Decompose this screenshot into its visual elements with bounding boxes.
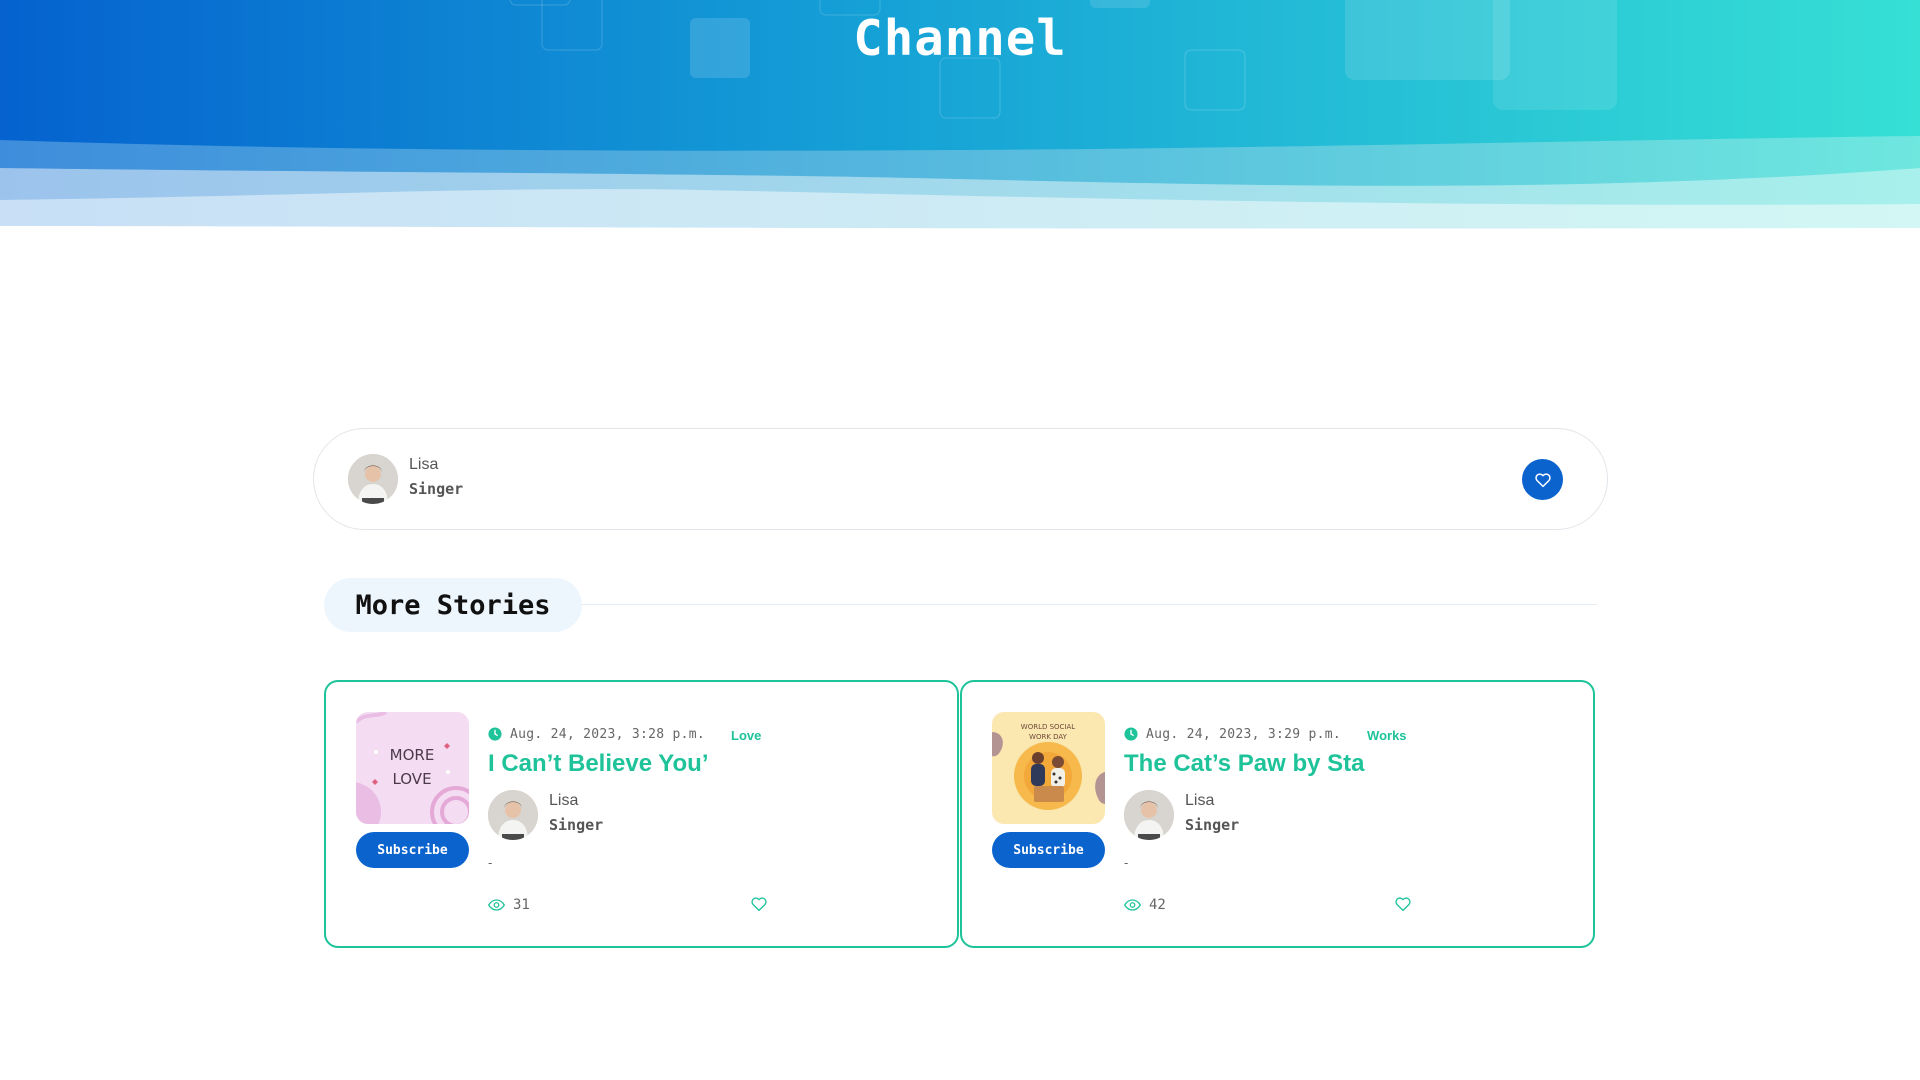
story-excerpt: - bbox=[488, 855, 493, 870]
favorite-button[interactable] bbox=[1522, 459, 1563, 500]
story-meta: Aug. 24, 2023, 3:28 p.m. Love bbox=[488, 724, 761, 744]
author-name: Lisa bbox=[1185, 792, 1215, 809]
heart-icon bbox=[1534, 472, 1551, 487]
story-thumbnail[interactable]: WORLD SOCIAL WORK DAY bbox=[992, 712, 1105, 824]
clock-icon bbox=[488, 727, 502, 741]
page-title: Channel bbox=[853, 10, 1067, 67]
eye-icon bbox=[1124, 899, 1141, 911]
avatar[interactable] bbox=[1124, 790, 1174, 840]
profile-role: Singer bbox=[409, 480, 464, 498]
story-category[interactable]: Love bbox=[731, 728, 761, 743]
subscribe-button[interactable]: Subscribe bbox=[992, 832, 1105, 868]
section-divider bbox=[582, 604, 1597, 605]
profile-name: Lisa bbox=[409, 456, 439, 473]
story-meta: Aug. 24, 2023, 3:29 p.m. Works bbox=[1124, 724, 1407, 744]
heart-icon[interactable] bbox=[750, 895, 768, 913]
author-role: Singer bbox=[549, 816, 604, 834]
views-counter: 31 bbox=[488, 897, 530, 913]
story-excerpt: - bbox=[1124, 855, 1129, 870]
hero-banner: Channel bbox=[0, 0, 1920, 240]
views-count: 31 bbox=[513, 897, 530, 913]
views-counter: 42 bbox=[1124, 897, 1166, 913]
story-date: Aug. 24, 2023, 3:28 p.m. bbox=[510, 726, 706, 742]
subscribe-button[interactable]: Subscribe bbox=[356, 832, 469, 868]
clock-icon bbox=[1124, 727, 1138, 741]
heart-icon[interactable] bbox=[1394, 895, 1412, 913]
views-count: 42 bbox=[1149, 897, 1166, 913]
avatar[interactable] bbox=[488, 790, 538, 840]
author-name: Lisa bbox=[549, 792, 579, 809]
avatar[interactable] bbox=[348, 454, 398, 504]
story-category[interactable]: Works bbox=[1367, 728, 1407, 743]
thumb-text-2: WORK DAY bbox=[1029, 733, 1068, 741]
author-role: Singer bbox=[1185, 816, 1240, 834]
thumb-text-1: MORE bbox=[390, 746, 435, 764]
profile-bar: Lisa Singer bbox=[313, 428, 1608, 530]
story-title[interactable]: I Can’t Believe You’ bbox=[488, 750, 709, 778]
story-title[interactable]: The Cat’s Paw by Sta bbox=[1124, 750, 1365, 778]
story-thumbnail[interactable]: MORE LOVE bbox=[356, 712, 469, 824]
story-card[interactable]: WORLD SOCIAL WORK DAY Subscribe Aug. 24,… bbox=[960, 680, 1595, 948]
story-date: Aug. 24, 2023, 3:29 p.m. bbox=[1146, 726, 1342, 742]
story-card[interactable]: MORE LOVE Subscribe Aug. 24, 2023, 3:28 … bbox=[324, 680, 959, 948]
section-heading: More Stories bbox=[324, 578, 582, 632]
thumb-text-1: WORLD SOCIAL bbox=[1021, 723, 1076, 731]
thumb-text-2: LOVE bbox=[392, 770, 431, 788]
eye-icon bbox=[488, 899, 505, 911]
